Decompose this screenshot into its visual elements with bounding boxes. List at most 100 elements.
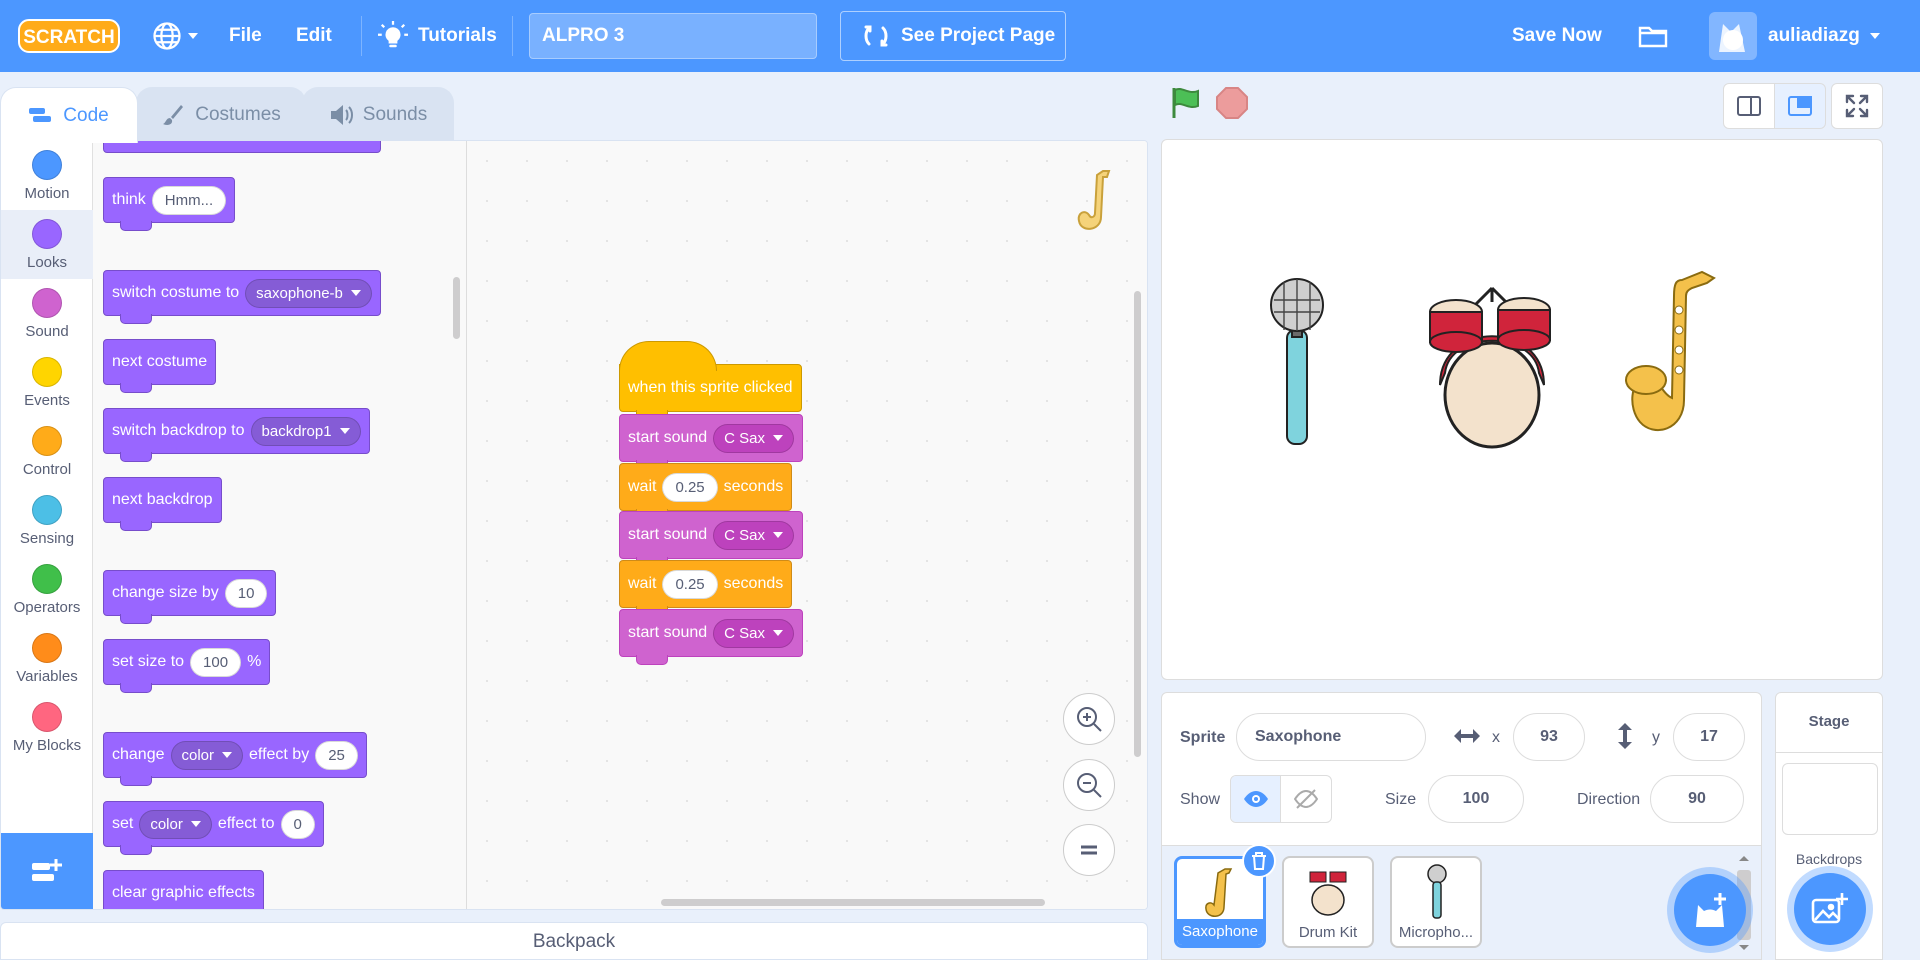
change-size-input[interactable]: 10	[224, 578, 268, 608]
language-menu[interactable]	[152, 0, 198, 72]
category-control[interactable]: Control	[1, 417, 93, 486]
block-text: next costume	[112, 353, 208, 370]
stop-button[interactable]	[1215, 86, 1249, 120]
edit-menu[interactable]: Edit	[296, 0, 332, 72]
palette-set-size-block[interactable]: set size to 100 %	[103, 639, 271, 693]
think-text-input[interactable]: Hmm...	[151, 185, 227, 215]
palette-clear-effects-block[interactable]: clear graphic effects	[103, 870, 264, 909]
effect-dropdown[interactable]: color	[170, 740, 244, 770]
tab-sounds-label: Sounds	[362, 103, 428, 125]
drum-kit-sprite[interactable]	[1429, 286, 1551, 449]
category-looks[interactable]: Looks	[1, 210, 93, 279]
category-events[interactable]: Events	[1, 348, 93, 417]
direction-input[interactable]: 90	[1650, 775, 1744, 823]
stage-backdrop-thumbnail[interactable]	[1782, 763, 1878, 835]
project-title-input[interactable]	[529, 13, 817, 59]
category-label: Variables	[16, 668, 78, 685]
dropdown-value: C Sax	[724, 624, 766, 642]
palette-scrollbar[interactable]	[453, 277, 460, 339]
tutorials-button[interactable]: Tutorials	[378, 0, 497, 72]
sound-dropdown[interactable]: C Sax	[713, 423, 795, 453]
wait-seconds-input[interactable]: 0.25	[662, 569, 718, 599]
cat-avatar-icon	[1719, 24, 1745, 52]
workspace-horizontal-scrollbar[interactable]	[661, 899, 1045, 906]
start-sound-block[interactable]: start sound C Sax	[619, 414, 804, 470]
tab-costumes[interactable]: Costumes	[136, 87, 306, 141]
hide-sprite-button[interactable]	[1281, 776, 1331, 822]
start-sound-block[interactable]: start sound C Sax	[619, 609, 804, 665]
normal-stage-button[interactable]	[1774, 83, 1826, 129]
start-sound-block[interactable]: start sound C Sax	[619, 511, 804, 567]
backdrop-dropdown[interactable]: backdrop1	[250, 416, 361, 446]
set-size-input[interactable]: 100	[190, 647, 242, 677]
palette-set-effect-block[interactable]: set color effect to 0	[103, 801, 324, 855]
category-sound[interactable]: Sound	[1, 279, 93, 348]
category-variables-dot	[32, 633, 62, 663]
effect-dropdown[interactable]: color	[139, 809, 212, 839]
sprite-thumbnail-microphone[interactable]: Micropho...	[1390, 856, 1482, 948]
add-extension-button[interactable]	[1, 833, 93, 909]
add-sprite-cat-icon	[1696, 893, 1726, 927]
add-sprite-button[interactable]	[1674, 874, 1746, 946]
sound-dropdown[interactable]: C Sax	[713, 520, 795, 550]
stage-target-pane[interactable]: Stage Backdrops	[1775, 692, 1883, 960]
category-label: Events	[24, 392, 70, 409]
block-text: start sound	[628, 429, 708, 446]
fullscreen-button[interactable]	[1831, 83, 1883, 129]
palette-think-block[interactable]: think Hmm...	[103, 177, 236, 231]
when-sprite-clicked-hat-block[interactable]: when this sprite clicked	[619, 341, 802, 420]
category-sensing[interactable]: Sensing	[1, 486, 93, 555]
save-now-button[interactable]: Save Now	[1512, 0, 1602, 72]
wait-seconds-input[interactable]: 0.25	[662, 472, 718, 502]
wait-block[interactable]: wait 0.25 seconds	[619, 463, 793, 519]
palette-block-partial[interactable]	[103, 141, 381, 153]
account-menu[interactable]: auliadiazg	[1768, 0, 1880, 72]
backpack[interactable]: Backpack	[0, 922, 1148, 960]
small-stage-button[interactable]	[1723, 83, 1775, 129]
palette-next-backdrop-block[interactable]: next backdrop	[103, 477, 222, 531]
y-position-input[interactable]: 17	[1673, 713, 1745, 761]
sound-dropdown[interactable]: C Sax	[713, 618, 795, 648]
scratch-logo[interactable]: SCRATCH	[18, 18, 120, 54]
menu-bar: SCRATCH File Edit Tutorials See Project …	[0, 0, 1920, 72]
see-project-page-button[interactable]: See Project Page	[840, 11, 1066, 61]
category-motion[interactable]: Motion	[1, 141, 93, 210]
change-effect-input[interactable]: 25	[315, 740, 358, 770]
my-stuff-button[interactable]	[1638, 0, 1668, 72]
file-menu[interactable]: File	[229, 0, 262, 72]
category-operators[interactable]: Operators	[1, 555, 93, 624]
show-sprite-button[interactable]	[1231, 776, 1282, 822]
green-flag-button[interactable]	[1168, 86, 1202, 120]
zoom-in-button[interactable]	[1063, 693, 1115, 745]
sprite-thumbnail-drum-kit[interactable]: Drum Kit	[1282, 856, 1374, 948]
size-input[interactable]: 100	[1428, 775, 1524, 823]
delete-sprite-button[interactable]	[1242, 844, 1276, 878]
zoom-reset-button[interactable]	[1063, 824, 1115, 876]
microphone-sprite[interactable]	[1270, 278, 1324, 445]
category-my-blocks[interactable]: My Blocks	[1, 693, 93, 762]
script-workspace[interactable]: when this sprite clicked start sound C S…	[467, 141, 1147, 909]
sprite-name-input[interactable]: Saxophone	[1236, 713, 1426, 761]
avatar[interactable]	[1709, 12, 1757, 60]
palette-change-size-block[interactable]: change size by 10	[103, 570, 277, 624]
block-text: think	[112, 191, 146, 208]
username-label: auliadiazg	[1768, 25, 1860, 46]
costume-dropdown[interactable]: saxophone-b	[245, 278, 372, 308]
tab-code[interactable]: Code	[0, 87, 138, 143]
saxophone-sprite[interactable]	[1625, 270, 1716, 431]
category-variables[interactable]: Variables	[1, 624, 93, 693]
workspace-vertical-scrollbar[interactable]	[1134, 291, 1141, 757]
stop-sign-icon	[1216, 87, 1248, 119]
palette-switch-backdrop-block[interactable]: switch backdrop to backdrop1	[103, 408, 370, 462]
tab-sounds[interactable]: Sounds	[302, 87, 454, 141]
wait-block[interactable]: wait 0.25 seconds	[619, 560, 793, 616]
x-position-input[interactable]: 93	[1513, 713, 1585, 761]
category-sensing-dot	[32, 495, 62, 525]
zoom-out-button[interactable]	[1063, 759, 1115, 811]
add-backdrop-button[interactable]	[1794, 873, 1866, 945]
set-effect-input[interactable]: 0	[280, 809, 315, 839]
stage-canvas[interactable]	[1161, 139, 1883, 680]
palette-switch-costume-block[interactable]: switch costume to saxophone-b	[103, 270, 381, 324]
palette-next-costume-block[interactable]: next costume	[103, 339, 217, 393]
palette-change-effect-block[interactable]: change color effect by 25	[103, 732, 367, 786]
